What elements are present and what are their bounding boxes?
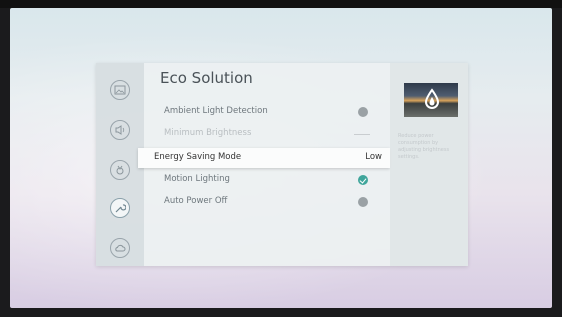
speaker-icon[interactable] (110, 120, 130, 140)
menu-title: Eco Solution (160, 69, 253, 87)
motion-lighting-row[interactable]: Motion Lighting (144, 170, 390, 192)
category-rail (96, 63, 144, 266)
info-description: Reduce power consumption by adjusting br… (398, 133, 450, 160)
wrench-icon[interactable] (110, 198, 130, 218)
row-value: Low (365, 152, 382, 162)
broadcast-icon[interactable] (110, 160, 130, 180)
row-label: Auto Power Off (164, 196, 228, 206)
info-panel: Reduce power consumption by adjusting br… (390, 63, 468, 266)
energy-saving-mode-row[interactable]: Energy Saving Mode Low (138, 148, 390, 168)
slider-track (354, 134, 370, 135)
toggle-on-indicator[interactable] (358, 175, 368, 185)
row-label: Ambient Light Detection (164, 106, 268, 116)
row-label: Energy Saving Mode (154, 152, 242, 162)
picture-icon[interactable] (110, 80, 130, 100)
ambient-light-detection-row[interactable]: Ambient Light Detection (144, 102, 390, 124)
row-label: Minimum Brightness (164, 128, 252, 138)
minimum-brightness-row: Minimum Brightness (144, 124, 390, 146)
eco-solution-menu: Eco Solution Ambient Light Detection Min… (138, 63, 390, 266)
row-label: Motion Lighting (164, 174, 230, 184)
auto-power-off-row[interactable]: Auto Power Off (144, 192, 390, 214)
toggle-off-indicator[interactable] (358, 197, 368, 207)
water-drop-icon (424, 88, 440, 109)
toggle-off-indicator[interactable] (358, 107, 368, 117)
cloud-icon[interactable] (110, 238, 130, 258)
tv-screen: Eco Solution Ambient Light Detection Min… (10, 8, 552, 308)
tv-bezel (0, 0, 562, 8)
settings-panel: Eco Solution Ambient Light Detection Min… (96, 63, 468, 266)
eco-thumbnail (404, 83, 458, 117)
